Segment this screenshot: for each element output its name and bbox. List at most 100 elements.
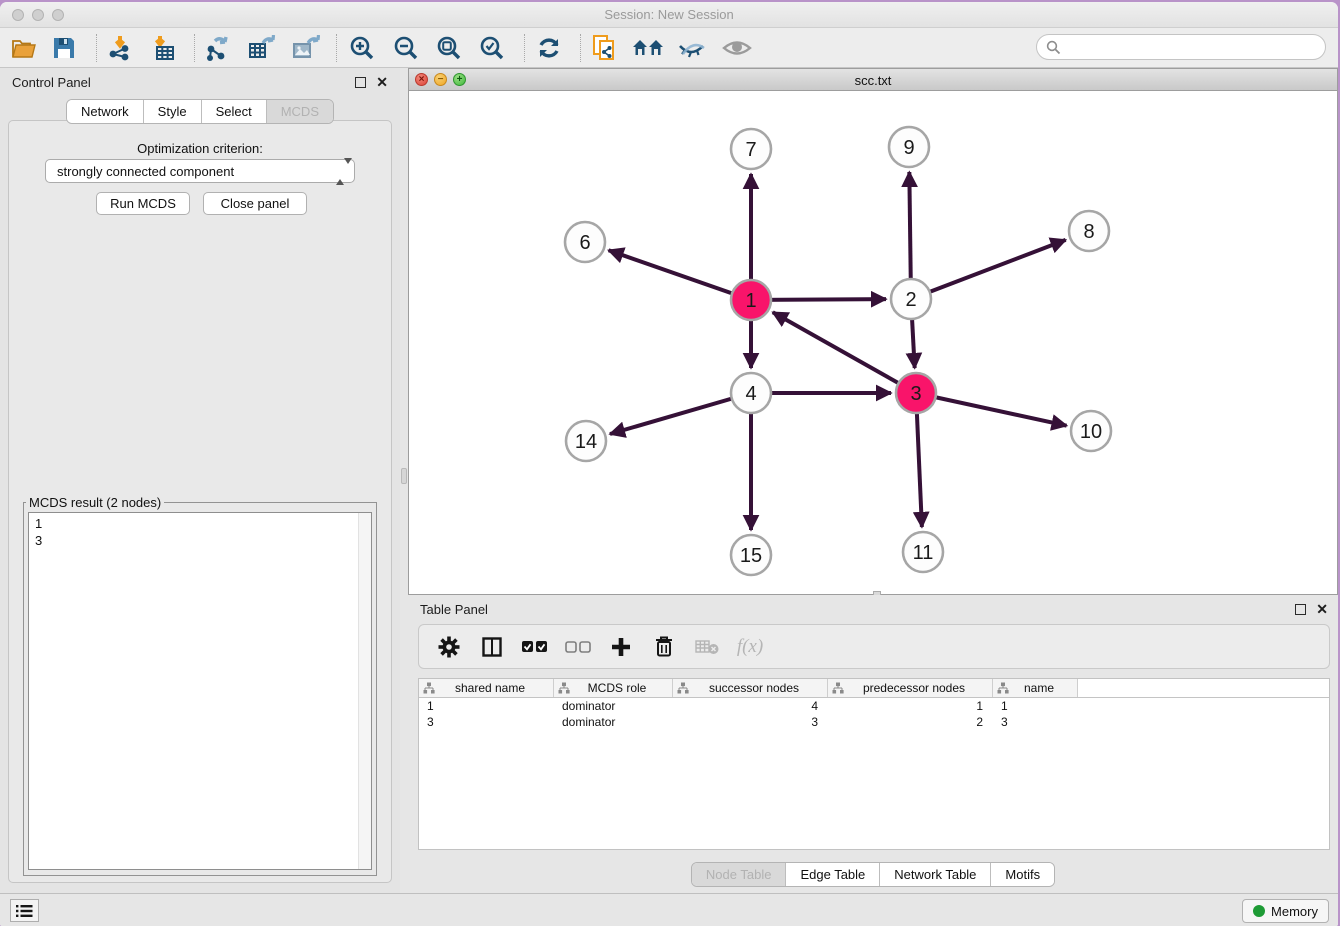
column-header-name[interactable]: name [993, 679, 1078, 697]
column-type-icon [832, 682, 844, 694]
hide-selected-icon[interactable] [676, 33, 708, 63]
table-cell: 4 [673, 698, 828, 714]
delete-column-icon[interactable] [651, 633, 677, 661]
node-label-15: 15 [740, 545, 762, 567]
export-image-icon[interactable] [290, 33, 322, 63]
settings-gear-icon[interactable] [436, 633, 462, 661]
delete-table-icon [694, 633, 720, 661]
zoom-in-icon[interactable] [346, 33, 378, 63]
table-row[interactable]: 3dominator323 [419, 714, 1329, 730]
column-header-MCDS-role[interactable]: MCDS role [554, 679, 673, 697]
export-network-icon[interactable] [202, 33, 234, 63]
open-session-icon[interactable] [8, 33, 40, 63]
function-builder-icon: f(x) [737, 633, 763, 661]
column-header-successor-nodes[interactable]: successor nodes [673, 679, 828, 697]
memory-button[interactable]: Memory [1242, 899, 1329, 923]
tab-motifs[interactable]: Motifs [991, 863, 1054, 886]
close-panel-button[interactable]: Close panel [203, 192, 307, 215]
node-label-6: 6 [579, 232, 590, 254]
export-table-icon[interactable] [246, 33, 278, 63]
edge-3-1[interactable] [773, 312, 916, 393]
network-frame-titlebar[interactable]: × − + scc.txt [409, 69, 1337, 91]
table-header-row: shared name MCDS role successor nodesprede… [419, 679, 1329, 698]
edge-3-10[interactable] [916, 393, 1067, 426]
table-toolbar: f(x) [418, 624, 1330, 669]
task-history-button[interactable] [10, 899, 39, 922]
search-icon [1046, 40, 1061, 55]
hide-all-columns-icon[interactable] [565, 633, 591, 661]
result-line: 1 [35, 515, 42, 532]
zoom-fit-icon[interactable] [433, 33, 465, 63]
tab-style[interactable]: Style [144, 100, 202, 123]
show-all-columns-icon[interactable] [522, 633, 548, 661]
import-table-icon[interactable] [149, 33, 181, 63]
criterion-value: strongly connected component [57, 164, 234, 179]
app-window: Session: New Session [0, 2, 1338, 926]
result-scrollbar[interactable] [358, 513, 371, 869]
tab-edge-table[interactable]: Edge Table [786, 863, 880, 886]
tab-network[interactable]: Network [67, 100, 144, 123]
window-title: Session: New Session [0, 7, 1338, 22]
show-all-icon[interactable] [721, 33, 753, 63]
main-toolbar [0, 28, 1338, 68]
table-cell: 3 [993, 714, 1078, 730]
table-cell: 1 [828, 698, 993, 714]
column-header-shared-name[interactable]: shared name [419, 679, 554, 697]
tab-node-table[interactable]: Node Table [692, 863, 787, 886]
control-panel-title: Control Panel [12, 75, 91, 90]
node-table[interactable]: shared name MCDS role successor nodesprede… [418, 678, 1330, 850]
node-label-8: 8 [1083, 221, 1094, 243]
criterion-dropdown[interactable]: strongly connected component [45, 159, 355, 183]
column-header-predecessor-nodes[interactable]: predecessor nodes [828, 679, 993, 697]
tab-group: NetworkStyleSelectMCDS [66, 99, 334, 124]
edge-2-8[interactable] [911, 240, 1066, 299]
vertical-splitter[interactable] [400, 68, 408, 893]
toolbar-separator [194, 34, 195, 62]
network-title: scc.txt [409, 73, 1337, 88]
run-mcds-button[interactable]: Run MCDS [96, 192, 190, 215]
status-bar: Memory [0, 893, 1338, 926]
first-neighbors-icon[interactable] [632, 33, 664, 63]
tab-mcds[interactable]: MCDS [267, 100, 333, 123]
memory-label: Memory [1271, 904, 1318, 919]
search-input[interactable] [1066, 40, 1325, 55]
close-panel-label: Close panel [221, 196, 290, 211]
table-cell: 3 [419, 714, 554, 730]
save-session-icon[interactable] [48, 33, 80, 63]
table-row[interactable]: 1dominator411 [419, 698, 1329, 714]
tab-network-table[interactable]: Network Table [880, 863, 991, 886]
network-graph[interactable]: 7968124314101511 [409, 91, 1338, 596]
mcds-result-group: MCDS result (2 nodes) 13 [23, 495, 377, 876]
duplicate-network-icon[interactable] [589, 33, 621, 63]
optimization-criterion-label: Optimization criterion: [9, 141, 391, 156]
table-cell: 3 [673, 714, 828, 730]
close-panel-icon[interactable]: ✕ [376, 74, 388, 91]
edge-1-6[interactable] [609, 250, 751, 300]
node-label-10: 10 [1080, 421, 1102, 443]
column-view-icon[interactable] [479, 633, 505, 661]
tab-select[interactable]: Select [202, 100, 267, 123]
mcds-result-title: MCDS result (2 nodes) [26, 495, 164, 510]
add-column-icon[interactable] [608, 633, 634, 661]
float-panel-icon[interactable] [355, 77, 366, 88]
table-panel: Table Panel ✕ [408, 595, 1338, 893]
splitter-handle[interactable] [401, 468, 407, 484]
node-label-4: 4 [745, 383, 756, 405]
close-panel-icon[interactable]: ✕ [1316, 601, 1328, 618]
table-cell: 1 [419, 698, 554, 714]
result-line: 3 [35, 532, 42, 549]
float-panel-icon[interactable] [1295, 604, 1306, 615]
column-type-icon [423, 682, 435, 694]
mcds-result-textarea[interactable]: 13 [28, 512, 372, 870]
window-titlebar: Session: New Session [0, 2, 1338, 28]
edge-4-14[interactable] [610, 393, 751, 434]
mcds-result-values: 13 [35, 515, 42, 549]
column-header-label: MCDS role [570, 681, 672, 695]
column-header-label: successor nodes [689, 681, 827, 695]
import-network-icon[interactable] [104, 33, 136, 63]
search-field[interactable] [1036, 34, 1326, 60]
refresh-icon[interactable] [533, 33, 565, 63]
network-canvas[interactable]: 7968124314101511 [409, 91, 1337, 594]
zoom-selected-icon[interactable] [476, 33, 508, 63]
zoom-out-icon[interactable] [390, 33, 422, 63]
